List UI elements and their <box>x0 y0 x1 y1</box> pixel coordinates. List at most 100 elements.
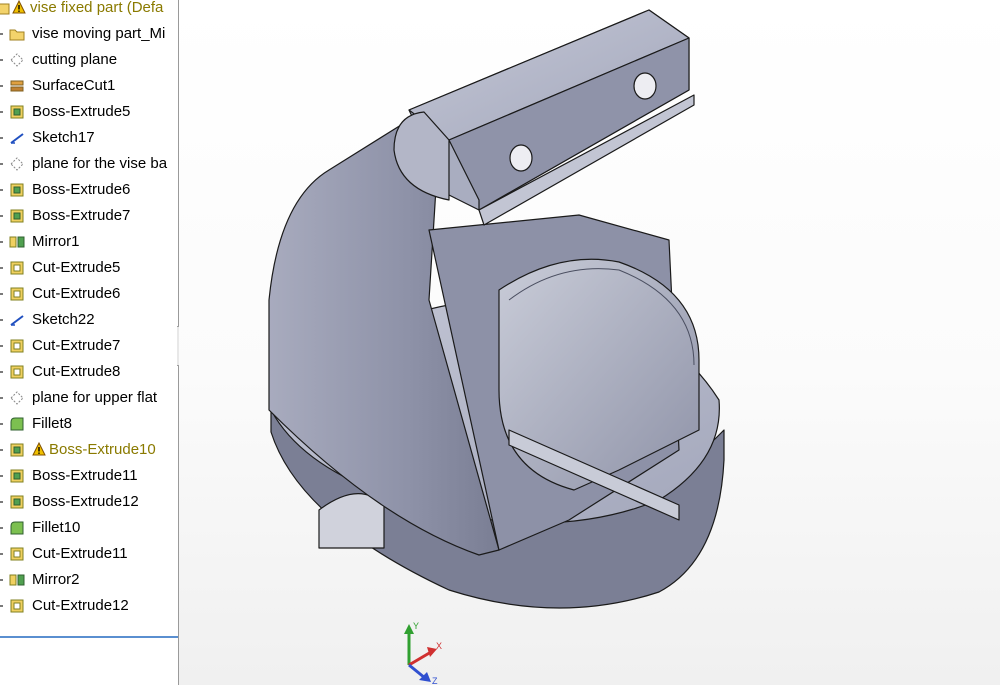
fillet-icon <box>10 521 24 535</box>
tree-item-label: Cut-Extrude8 <box>32 363 121 380</box>
tree-item[interactable]: Boss-Extrude5 <box>0 99 178 125</box>
triad-x-label: X <box>436 641 442 651</box>
expand-toggle[interactable] <box>0 449 3 451</box>
tree-item[interactable]: Sketch22 <box>0 307 178 333</box>
boss-extrude-icon <box>10 105 24 119</box>
tree-item-label: plane for upper flat <box>32 389 158 406</box>
plane-icon <box>10 157 24 171</box>
tree-item[interactable]: Cut-Extrude5 <box>0 255 178 281</box>
surface-cut-icon <box>10 80 24 92</box>
expand-toggle[interactable] <box>0 215 3 217</box>
tree-item[interactable]: Cut-Extrude12 <box>0 593 178 619</box>
expand-toggle[interactable] <box>0 293 3 295</box>
tree-item-label: Fillet10 <box>32 519 81 536</box>
mirror-icon <box>9 236 25 248</box>
tree-item[interactable]: Boss-Extrude12 <box>0 489 178 515</box>
expand-toggle[interactable] <box>0 579 3 581</box>
tree-item[interactable]: Fillet10 <box>0 515 178 541</box>
boss-extrude-icon <box>10 495 24 509</box>
tree-item-label: Mirror2 <box>32 571 80 588</box>
tree-item-label: Cut-Extrude12 <box>32 597 129 614</box>
tree-item[interactable]: Mirror1 <box>0 229 178 255</box>
rollback-bar[interactable] <box>0 636 178 638</box>
expand-toggle[interactable] <box>0 501 3 503</box>
boss-extrude-icon <box>10 443 24 457</box>
tree-item[interactable]: Cut-Extrude11 <box>0 541 178 567</box>
expand-toggle[interactable] <box>0 605 3 607</box>
vise-3d-model <box>268 9 725 609</box>
expand-toggle[interactable] <box>0 267 3 269</box>
tree-item-label: Cut-Extrude7 <box>32 337 121 354</box>
tree-item[interactable]: Sketch17 <box>0 125 178 151</box>
tree-item[interactable]: Boss-Extrude7 <box>0 203 178 229</box>
tree-item-label: Sketch17 <box>32 129 95 146</box>
sketch-icon <box>10 133 24 144</box>
cut-extrude-icon <box>10 261 24 275</box>
tree-item-label: Fillet8 <box>32 415 73 432</box>
expand-toggle[interactable] <box>0 137 3 139</box>
cut-extrude-icon <box>10 365 24 379</box>
graphics-viewport[interactable]: Y X Z <box>179 0 1000 685</box>
tree-item-label: SurfaceCut1 <box>32 77 116 94</box>
tree-item[interactable]: Boss-Extrude11 <box>0 463 178 489</box>
cut-extrude-icon <box>10 547 24 561</box>
expand-toggle[interactable] <box>0 397 3 399</box>
sketch-icon <box>10 315 24 326</box>
folder-icon <box>9 29 25 41</box>
tree-item-label: Boss-Extrude7 <box>32 207 131 224</box>
tree-item-label: Sketch22 <box>32 311 95 328</box>
expand-toggle[interactable] <box>0 319 3 321</box>
mirror-icon <box>9 574 25 586</box>
triad-z-label: Z <box>432 676 438 685</box>
tree-item[interactable]: plane for upper flat <box>0 385 178 411</box>
tree-item[interactable]: SurfaceCut1 <box>0 73 178 99</box>
part-folder-icon <box>0 3 10 15</box>
expand-toggle[interactable] <box>0 527 3 529</box>
tree-item[interactable]: Boss-Extrude6 <box>0 177 178 203</box>
tree-item-label: Boss-Extrude5 <box>32 103 131 120</box>
tree-item[interactable]: plane for the vise ba <box>0 151 178 177</box>
expand-toggle[interactable] <box>0 553 3 555</box>
expand-toggle[interactable] <box>0 33 3 35</box>
tree-item-label: Cut-Extrude6 <box>32 285 121 302</box>
fillet-icon <box>10 417 24 431</box>
tree-item[interactable]: Cut-Extrude8 <box>0 359 178 385</box>
tree-item[interactable]: Cut-Extrude7 <box>0 333 178 359</box>
orientation-triad: Y X Z <box>404 621 442 685</box>
plane-icon <box>10 53 24 67</box>
tree-item[interactable]: vise moving part_Mi <box>0 21 178 47</box>
tree-item[interactable]: Fillet8 <box>0 411 178 437</box>
cut-extrude-icon <box>10 599 24 613</box>
tree-item[interactable]: Cut-Extrude6 <box>0 281 178 307</box>
boss-extrude-icon <box>10 209 24 223</box>
tree-item-label: Cut-Extrude5 <box>32 259 121 276</box>
triad-y-label: Y <box>413 621 419 631</box>
tree-item[interactable]: Boss-Extrude10 <box>0 437 178 463</box>
feature-manager-tree: vise fixed part (Defa vise moving part_Mi… <box>0 0 179 685</box>
tree-item-label: Boss-Extrude6 <box>32 181 131 198</box>
expand-toggle[interactable] <box>0 241 3 243</box>
expand-toggle[interactable] <box>0 85 3 87</box>
tree-item-label: vise moving part_Mi <box>32 25 166 42</box>
plane-icon <box>10 391 24 405</box>
tree-item-label: Boss-Extrude10 <box>49 441 156 458</box>
expand-toggle[interactable] <box>0 189 3 191</box>
expand-toggle[interactable] <box>0 423 3 425</box>
tree-item[interactable]: vise fixed part (Defa <box>0 0 178 21</box>
expand-toggle[interactable] <box>0 371 3 373</box>
expand-toggle[interactable] <box>0 163 3 165</box>
tree-item-label: vise fixed part (Defa <box>30 0 164 16</box>
tree-item[interactable]: cutting plane <box>0 47 178 73</box>
tree-item-label: Mirror1 <box>32 233 80 250</box>
expand-toggle[interactable] <box>0 59 3 61</box>
tree-item-label: Cut-Extrude11 <box>32 545 128 562</box>
tree-item-label: plane for the vise ba <box>32 155 168 172</box>
expand-toggle[interactable] <box>0 475 3 477</box>
expand-toggle[interactable] <box>0 345 3 347</box>
cut-extrude-icon <box>10 287 24 301</box>
tree-item[interactable]: Mirror2 <box>0 567 178 593</box>
tree-item-label: Boss-Extrude12 <box>32 493 139 510</box>
warning-icon <box>32 442 46 456</box>
expand-toggle[interactable] <box>0 111 3 113</box>
boss-extrude-icon <box>10 183 24 197</box>
